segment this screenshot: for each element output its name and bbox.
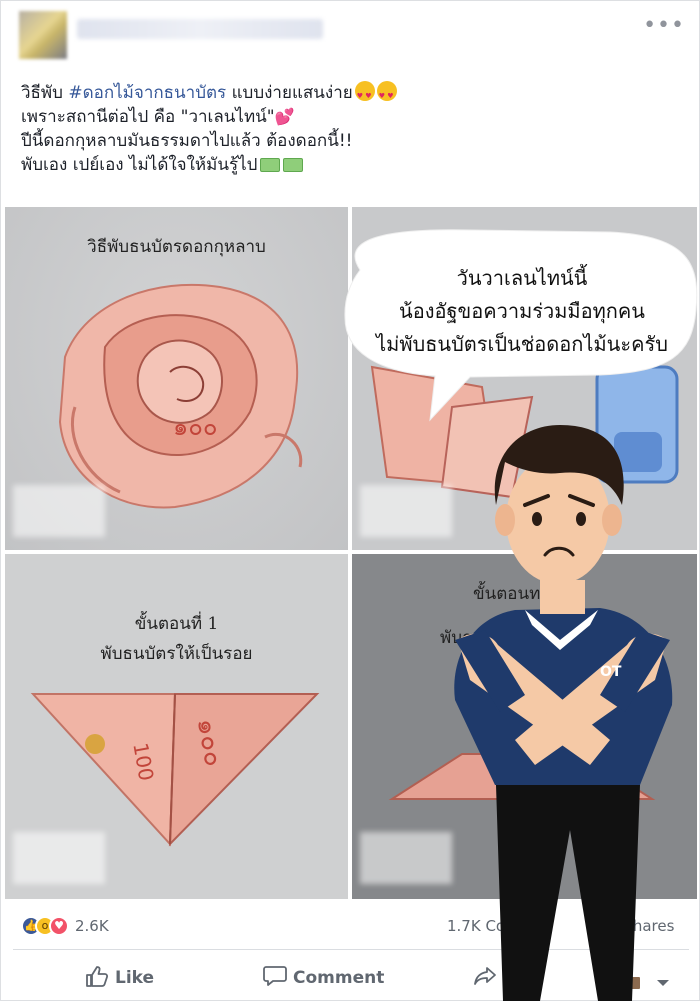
post-text-line-1: วิธีพับ #ดอกไม้จากธนาบัตร แบบง่ายแสนง่าย: [21, 81, 661, 108]
photo-step-2[interactable]: ขั้นตอนท พับธ: [352, 554, 697, 899]
audience-selector[interactable]: [627, 975, 673, 991]
photo-folding-step[interactable]: [352, 207, 697, 550]
svg-text:๑๐๐: ๑๐๐: [173, 413, 218, 441]
comment-label: Comment: [293, 968, 385, 988]
chevron-down-icon: [631, 977, 669, 989]
hashtag-link[interactable]: #ดอกไม้จากธนาบัตร: [68, 83, 226, 103]
watermark-blur: [360, 485, 452, 537]
post-text-line-4: พับเอง เปย์เอง ไม่ได้ใจให้มันรู้ไป: [21, 153, 661, 177]
photo-step-1[interactable]: ขั้นตอนที่ 1 พับธนบัตรให้เป็นรอย ๑๐๐ 100: [5, 554, 348, 899]
blurred-author-name[interactable]: [77, 19, 323, 39]
like-label: Like: [115, 968, 155, 988]
post-header: •••: [1, 1, 700, 73]
reactions-count[interactable]: 2.6K: [75, 917, 109, 935]
money-emoji-icon: [283, 158, 304, 172]
heart-eyes-emoji-icon: [376, 81, 397, 108]
text-segment: วิธีพับ: [21, 83, 69, 103]
comment-button[interactable]: Comment: [263, 965, 384, 988]
like-icon: [86, 966, 109, 987]
sparkling-heart-icon: 💕: [274, 107, 295, 126]
photo-grid: วิธีพับธนบัตรดอกกุหลาบ ๑๐๐ ขั้นตอนที่ 1 …: [5, 207, 697, 899]
shares-count[interactable]: shares: [625, 917, 674, 935]
heart-eyes-emoji-icon: [354, 81, 375, 108]
post-text-line-2: เพราะสถานีต่อไป คือ "วาเลนไทน์"💕: [21, 105, 661, 129]
share-button[interactable]: [473, 965, 503, 988]
text-segment: แบบง่ายแสนง่าย: [226, 83, 353, 103]
comment-icon: [263, 966, 287, 986]
comments-count[interactable]: 1.7K Co: [447, 917, 505, 935]
text-segment: เพราะสถานีต่อไป คือ "วาเลนไทน์": [21, 107, 275, 127]
share-icon: [474, 967, 496, 985]
divider: [13, 949, 689, 950]
like-button[interactable]: Like: [85, 965, 154, 988]
money-emoji-icon: [260, 158, 281, 172]
watermark-blur: [13, 832, 105, 884]
photo-rose-result[interactable]: วิธีพับธนบัตรดอกกุหลาบ ๑๐๐: [5, 207, 348, 550]
post-stats: 👍 o ♥ 2.6K 1.7K Co shares: [1, 907, 700, 947]
avatar[interactable]: [19, 11, 67, 59]
watermark-blur: [13, 485, 105, 537]
watermark-blur: [360, 832, 452, 884]
text-segment: ปีนี้ดอกกุหลาบมันธรรมดาไปแล้ว ต้องดอกนี้…: [21, 131, 353, 151]
post-text-line-3: ปีนี้ดอกกุหลาบมันธรรมดาไปแล้ว ต้องดอกนี้…: [21, 129, 661, 153]
post-card: ••• วิธีพับ #ดอกไม้จากธนาบัตร แบบง่ายแสน…: [0, 0, 700, 1001]
love-reaction-icon[interactable]: ♥: [49, 916, 69, 936]
post-text: วิธีพับ #ดอกไม้จากธนาบัตร แบบง่ายแสนง่าย…: [21, 81, 661, 177]
text-segment: พับเอง เปย์เอง ไม่ได้ใจให้มันรู้ไป: [21, 155, 258, 175]
more-icon[interactable]: •••: [643, 13, 685, 38]
action-bar: Like Comment: [1, 953, 700, 1001]
